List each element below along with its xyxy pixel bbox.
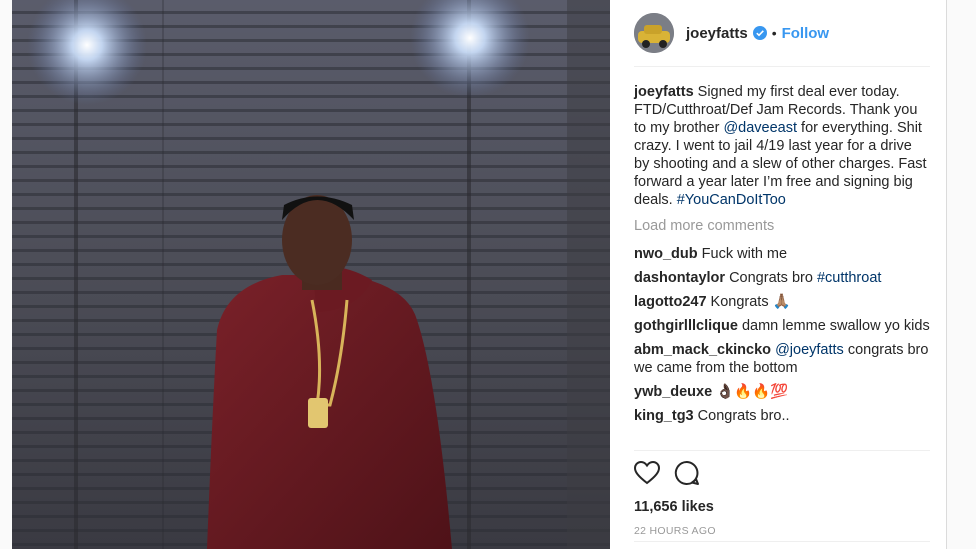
- follow-button[interactable]: Follow: [782, 25, 830, 42]
- comment-user[interactable]: dashontaylor: [634, 270, 725, 286]
- comment-hashtag[interactable]: #cutthroat: [817, 270, 882, 286]
- comment: king_tg3 Congrats bro..: [634, 407, 930, 425]
- comment-text: damn lemme swallow yo kids: [741, 318, 930, 334]
- comment: dashontaylor Congrats bro #cutthroat: [634, 269, 930, 287]
- verified-icon: [752, 26, 767, 40]
- likes-count[interactable]: 11,656 likes: [634, 499, 930, 515]
- post-actions: 11,656 likes 22 HOURS AGO: [633, 450, 930, 537]
- comment-mention[interactable]: @joeyfatts: [775, 342, 844, 358]
- comment-text: Congrats bro: [729, 270, 817, 286]
- caption-hashtag[interactable]: #YouCanDoItToo: [677, 192, 786, 208]
- comment-text: Fuck with me: [701, 246, 788, 262]
- post-card: joeyfatts • Follow joeyfatts Signed my f…: [12, 0, 947, 549]
- comment: nwo_dub Fuck with me: [634, 245, 930, 263]
- username[interactable]: joeyfatts: [686, 25, 748, 42]
- comment: gothgirlllclique damn lemme swallow yo k…: [634, 317, 930, 335]
- heart-icon[interactable]: [633, 460, 661, 490]
- caption-user[interactable]: joeyfatts: [634, 84, 694, 100]
- comment-user[interactable]: abm_mack_ckincko: [634, 342, 771, 358]
- post-photo[interactable]: [12, 0, 610, 549]
- comment-text: Congrats bro..: [697, 408, 790, 424]
- comment-user[interactable]: king_tg3: [634, 408, 694, 424]
- post-sidebar: joeyfatts • Follow joeyfatts Signed my f…: [633, 0, 930, 549]
- comment: abm_mack_ckincko @joeyfatts congrats bro…: [634, 341, 930, 377]
- comments-section: joeyfatts Signed my first deal ever toda…: [634, 67, 930, 425]
- separator-dot: •: [771, 25, 777, 41]
- caption-mention[interactable]: @daveeast: [723, 120, 797, 136]
- post-header: joeyfatts • Follow: [634, 0, 930, 67]
- comment-user[interactable]: ywb_deuxe: [634, 384, 712, 400]
- comment-user[interactable]: gothgirlllclique: [634, 318, 738, 334]
- load-more-comments[interactable]: Load more comments: [634, 217, 930, 235]
- avatar[interactable]: [634, 13, 674, 53]
- divider: [634, 541, 930, 542]
- post-time: 22 HOURS AGO: [634, 525, 716, 537]
- comment-text: Kongrats 🙏🏽: [710, 294, 791, 310]
- comment: lagotto247 Kongrats 🙏🏽: [634, 293, 930, 311]
- comment: ywb_deuxe 👌🏿🔥🔥💯: [634, 383, 930, 401]
- caption: joeyfatts Signed my first deal ever toda…: [634, 83, 930, 209]
- comment-text: 👌🏿🔥🔥💯: [716, 384, 789, 400]
- action-icons: [633, 460, 930, 491]
- comment-user[interactable]: lagotto247: [634, 294, 707, 310]
- comment-icon[interactable]: [674, 460, 700, 491]
- comment-user[interactable]: nwo_dub: [634, 246, 698, 262]
